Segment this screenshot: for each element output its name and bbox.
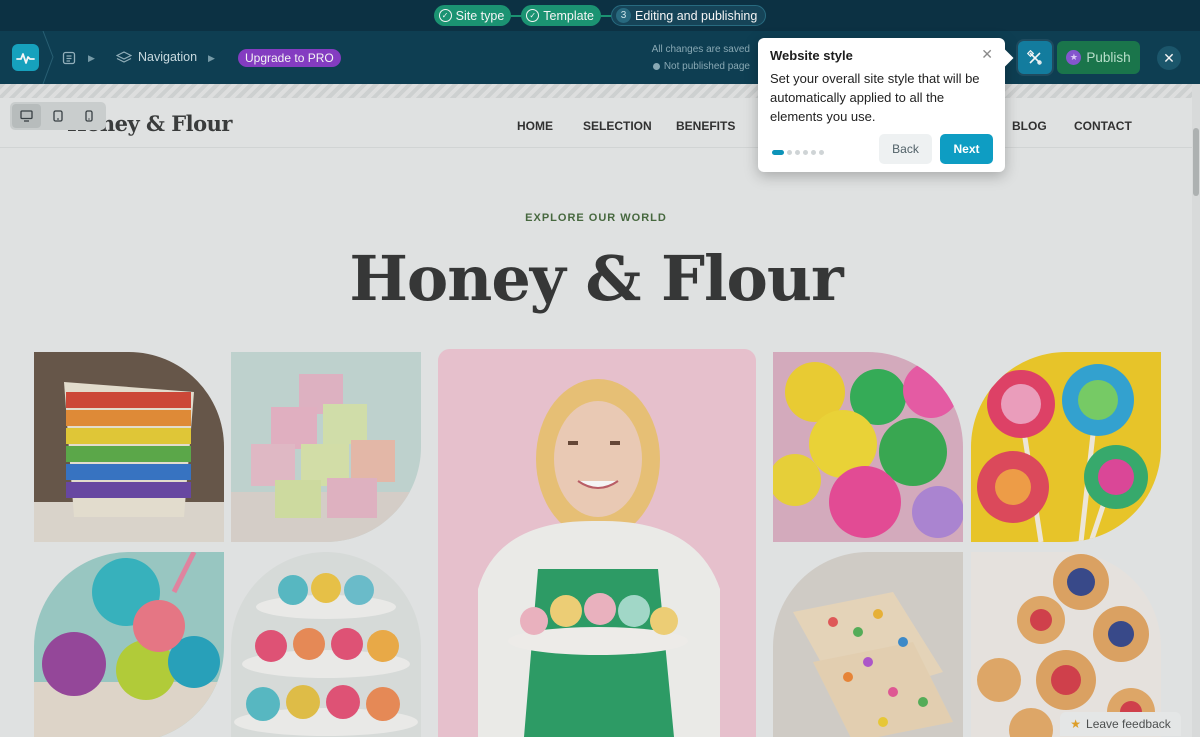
desktop-view-button[interactable] xyxy=(12,104,42,128)
website-style-tour-popover: Website style ✕ Set your overall site st… xyxy=(758,38,1005,172)
check-icon: ✓ xyxy=(438,9,452,22)
step-label: Editing and publishing xyxy=(635,8,758,23)
progress-steps-bar: ✓ Site type ✓ Template 3 Editing and pub… xyxy=(0,0,1200,31)
gallery-donuts-image xyxy=(773,352,963,542)
gallery-cakestand-image xyxy=(231,552,421,737)
step-editing-publishing[interactable]: 3 Editing and publishing xyxy=(611,5,767,26)
gallery-baker-portrait-image xyxy=(438,349,756,737)
progress-dot xyxy=(811,150,816,155)
popover-close-button[interactable]: ✕ xyxy=(981,46,993,63)
feedback-label: Leave feedback xyxy=(1086,717,1171,731)
tour-back-button[interactable]: Back xyxy=(879,134,932,164)
progress-dot xyxy=(787,150,792,155)
status-dot-icon xyxy=(652,63,660,70)
close-icon: ✕ xyxy=(1163,49,1175,66)
step-label: Template xyxy=(543,8,595,23)
editor-toolbar: ▶ Navigation ▶ Upgrade to PRO All change… xyxy=(0,31,1200,84)
gallery-lollipops-image xyxy=(971,352,1161,542)
tablet-view-button[interactable] xyxy=(43,104,72,128)
app-logo-icon[interactable] xyxy=(12,44,39,71)
publish-label: Publish xyxy=(1086,50,1131,65)
save-status: All changes are saved xyxy=(651,44,750,55)
progress-dot xyxy=(795,150,800,155)
progress-dot xyxy=(819,150,824,155)
hero-title: Honey & Flour xyxy=(349,242,843,315)
device-switcher xyxy=(10,102,106,130)
close-icon: ✕ xyxy=(981,46,993,62)
site-header[interactable]: Honey & Flour HOME SELECTION BENEFITS BL… xyxy=(0,98,1192,148)
canvas-scrollbar[interactable] xyxy=(1192,84,1200,737)
site-preview-canvas: Honey & Flour HOME SELECTION BENEFITS BL… xyxy=(0,84,1200,737)
scrollbar-thumb[interactable] xyxy=(1193,128,1199,196)
step-site-type[interactable]: ✓ Site type xyxy=(433,5,512,26)
pages-icon[interactable] xyxy=(62,51,76,65)
mobile-icon xyxy=(85,110,93,122)
gallery-rainbow-cake-image xyxy=(34,352,224,542)
step-label: Site type xyxy=(455,8,505,23)
layers-icon xyxy=(116,51,132,63)
popover-title: Website style xyxy=(770,48,853,63)
breadcrumb-separator xyxy=(42,31,54,84)
gallery-fruit-tarts-image xyxy=(971,552,1161,737)
publish-status-text: Not published page xyxy=(663,61,750,72)
gallery-marshmallows-image xyxy=(231,352,421,542)
hero-eyebrow: EXPLORE OUR WORLD xyxy=(525,212,667,224)
publish-status: Not published page xyxy=(652,61,750,72)
progress-dot xyxy=(803,150,808,155)
mobile-view-button[interactable] xyxy=(75,104,104,128)
nav-home[interactable]: HOME xyxy=(517,119,553,133)
gallery-cereal-bars-image xyxy=(773,552,963,737)
design-tools-icon xyxy=(1027,49,1042,65)
breadcrumb-navigation[interactable]: Navigation xyxy=(138,50,197,64)
star-icon: ★ xyxy=(1070,717,1082,731)
popover-body: Set your overall site style that will be… xyxy=(770,71,980,124)
nav-selection[interactable]: SELECTION xyxy=(583,119,652,133)
step-number: 3 xyxy=(616,8,632,23)
desktop-icon xyxy=(20,110,33,122)
nav-benefits[interactable]: BENEFITS xyxy=(676,119,735,133)
progress-dot-active xyxy=(772,150,784,155)
tour-progress-dots xyxy=(772,150,824,155)
tablet-icon xyxy=(53,110,63,122)
step-connector xyxy=(601,14,612,17)
close-editor-button[interactable]: ✕ xyxy=(1157,46,1181,70)
gallery-cake-pops-image xyxy=(34,552,224,737)
steps: ✓ Site type ✓ Template 3 Editing and pub… xyxy=(433,5,767,26)
chevron-right-icon: ▶ xyxy=(208,53,215,63)
nav-blog[interactable]: BLOG xyxy=(1012,119,1047,133)
step-connector xyxy=(511,14,522,17)
upgrade-pro-badge[interactable]: Upgrade to PRO xyxy=(238,49,341,67)
pro-star-icon: ★ xyxy=(1066,50,1082,65)
nav-contact[interactable]: CONTACT xyxy=(1074,119,1132,133)
publish-button[interactable]: ★ Publish xyxy=(1057,41,1140,74)
tour-next-button[interactable]: Next xyxy=(940,134,993,164)
check-icon: ✓ xyxy=(526,9,540,22)
canvas-top-stripe xyxy=(0,84,1192,98)
step-template[interactable]: ✓ Template xyxy=(521,5,602,26)
website-style-button[interactable] xyxy=(1018,41,1052,74)
leave-feedback-button[interactable]: ★ Leave feedback xyxy=(1060,712,1181,736)
chevron-right-icon: ▶ xyxy=(88,53,95,63)
